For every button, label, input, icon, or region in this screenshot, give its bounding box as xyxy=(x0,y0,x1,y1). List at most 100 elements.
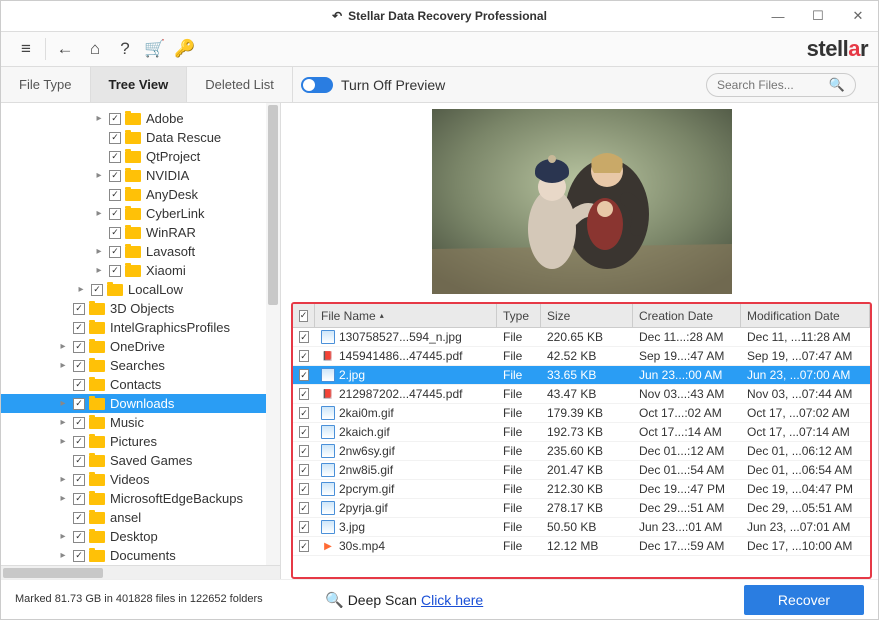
tree-checkbox[interactable] xyxy=(73,493,85,505)
tree-item[interactable]: ▸IntelGraphicsProfiles xyxy=(1,318,280,337)
tree-item[interactable]: ▸Adobe xyxy=(1,109,280,128)
expand-icon[interactable]: ▸ xyxy=(57,474,69,485)
tree-item[interactable]: ▸QtProject xyxy=(1,147,280,166)
row-checkbox[interactable] xyxy=(299,521,309,533)
tree-item[interactable]: ▸Data Rescue xyxy=(1,128,280,147)
table-row[interactable]: ▶30s.mp4File12.12 MBDec 17...:59 AMDec 1… xyxy=(293,537,870,556)
tree-checkbox[interactable] xyxy=(109,151,121,163)
tree-item[interactable]: ▸LocalLow xyxy=(1,280,280,299)
tree-checkbox[interactable] xyxy=(109,227,121,239)
tree-checkbox[interactable] xyxy=(109,170,121,182)
tree-item[interactable]: ▸MicrosoftEdgeBackups xyxy=(1,489,280,508)
tree-checkbox[interactable] xyxy=(73,417,85,429)
header-filename[interactable]: File Name▴ xyxy=(315,304,497,327)
tree-item[interactable]: ▸Contacts xyxy=(1,375,280,394)
table-row[interactable]: 2pyrja.gifFile278.17 KBDec 29...:51 AMDe… xyxy=(293,499,870,518)
tree-vscrollbar[interactable] xyxy=(266,103,280,565)
tree-checkbox[interactable] xyxy=(73,398,85,410)
tree-item[interactable]: ▸AnyDesk xyxy=(1,185,280,204)
tree-checkbox[interactable] xyxy=(73,436,85,448)
table-row[interactable]: 2kaich.gifFile192.73 KBOct 17...:14 AMOc… xyxy=(293,423,870,442)
tab-tree-view[interactable]: Tree View xyxy=(91,67,188,102)
expand-icon[interactable]: ▸ xyxy=(57,417,69,428)
tree-item[interactable]: ▸Desktop xyxy=(1,527,280,546)
table-row[interactable]: 2nw8i5.gifFile201.47 KBDec 01...:54 AMDe… xyxy=(293,461,870,480)
tree-checkbox[interactable] xyxy=(109,132,121,144)
tree-checkbox[interactable] xyxy=(73,379,85,391)
expand-icon[interactable]: ▸ xyxy=(57,398,69,409)
tree-item[interactable]: ▸Searches xyxy=(1,356,280,375)
tree-item[interactable]: ▸CyberLink xyxy=(1,204,280,223)
table-row[interactable]: 2nw6sy.gifFile235.60 KBDec 01...:12 AMDe… xyxy=(293,442,870,461)
tree-hscrollbar[interactable] xyxy=(1,565,280,579)
tree-checkbox[interactable] xyxy=(109,246,121,258)
tree-item[interactable]: ▸3D Objects xyxy=(1,299,280,318)
tree-item[interactable]: ▸Pictures xyxy=(1,432,280,451)
tree-checkbox[interactable] xyxy=(73,550,85,562)
header-creation-date[interactable]: Creation Date xyxy=(633,304,741,327)
tree-item[interactable]: ▸OneDrive xyxy=(1,337,280,356)
expand-icon[interactable]: ▸ xyxy=(93,113,105,124)
expand-icon[interactable]: ▸ xyxy=(57,341,69,352)
tree-checkbox[interactable] xyxy=(109,208,121,220)
tree-checkbox[interactable] xyxy=(73,341,85,353)
deep-scan-link[interactable]: Click here xyxy=(421,592,483,608)
preview-toggle[interactable] xyxy=(301,77,333,93)
minimize-button[interactable]: — xyxy=(758,1,798,31)
row-checkbox[interactable] xyxy=(299,540,309,552)
tree-item[interactable]: ▸Documents xyxy=(1,546,280,565)
tree-item[interactable]: ▸NVIDIA xyxy=(1,166,280,185)
row-checkbox[interactable] xyxy=(299,350,309,362)
help-icon[interactable]: ? xyxy=(110,34,140,64)
tab-deleted-list[interactable]: Deleted List xyxy=(187,67,293,102)
tree-item[interactable]: ▸ansel xyxy=(1,508,280,527)
row-checkbox[interactable] xyxy=(299,407,309,419)
row-checkbox[interactable] xyxy=(299,445,309,457)
table-row[interactable]: 📕145941486...47445.pdfFile42.52 KBSep 19… xyxy=(293,347,870,366)
search-icon[interactable]: 🔍 xyxy=(829,77,845,93)
row-checkbox[interactable] xyxy=(299,388,309,400)
expand-icon[interactable]: ▸ xyxy=(57,531,69,542)
cart-icon[interactable]: 🛒 xyxy=(140,34,170,64)
table-row[interactable]: 3.jpgFile50.50 KBJun 23...:01 AMJun 23, … xyxy=(293,518,870,537)
tab-file-type[interactable]: File Type xyxy=(1,67,91,102)
row-checkbox[interactable] xyxy=(299,426,309,438)
expand-icon[interactable]: ▸ xyxy=(93,208,105,219)
home-icon[interactable]: ⌂ xyxy=(80,34,110,64)
tree-item[interactable]: ▸WinRAR xyxy=(1,223,280,242)
search-input[interactable] xyxy=(717,78,825,92)
tree-checkbox[interactable] xyxy=(109,265,121,277)
table-row[interactable]: 📕212987202...47445.pdfFile43.47 KBNov 03… xyxy=(293,385,870,404)
folder-tree[interactable]: ▸Adobe▸Data Rescue▸QtProject▸NVIDIA▸AnyD… xyxy=(1,103,280,571)
tree-item[interactable]: ▸Videos xyxy=(1,470,280,489)
tree-checkbox[interactable] xyxy=(73,455,85,467)
table-row[interactable]: 2.jpgFile33.65 KBJun 23...:00 AMJun 23, … xyxy=(293,366,870,385)
tree-checkbox[interactable] xyxy=(73,474,85,486)
tree-item[interactable]: ▸Xiaomi xyxy=(1,261,280,280)
table-row[interactable]: 130758527...594_n.jpgFile220.65 KBDec 11… xyxy=(293,328,870,347)
expand-icon[interactable]: ▸ xyxy=(57,550,69,561)
key-icon[interactable]: 🔑 xyxy=(170,34,200,64)
tree-checkbox[interactable] xyxy=(91,284,103,296)
header-size[interactable]: Size xyxy=(541,304,633,327)
tree-item[interactable]: ▸Music xyxy=(1,413,280,432)
back-icon[interactable]: ← xyxy=(50,34,80,64)
recover-button[interactable]: Recover xyxy=(744,585,864,615)
expand-icon[interactable]: ▸ xyxy=(93,170,105,181)
row-checkbox[interactable] xyxy=(299,369,309,381)
search-box[interactable]: 🔍 xyxy=(706,73,856,97)
tree-item[interactable]: ▸Downloads xyxy=(1,394,280,413)
header-type[interactable]: Type xyxy=(497,304,541,327)
close-button[interactable]: ✕ xyxy=(838,1,878,31)
grid-body[interactable]: 130758527...594_n.jpgFile220.65 KBDec 11… xyxy=(293,328,870,577)
header-modification-date[interactable]: Modification Date xyxy=(741,304,870,327)
table-row[interactable]: 2kai0m.gifFile179.39 KBOct 17...:02 AMOc… xyxy=(293,404,870,423)
tree-item[interactable]: ▸Saved Games xyxy=(1,451,280,470)
expand-icon[interactable]: ▸ xyxy=(57,436,69,447)
tree-checkbox[interactable] xyxy=(73,322,85,334)
row-checkbox[interactable] xyxy=(299,331,309,343)
expand-icon[interactable]: ▸ xyxy=(93,265,105,276)
tree-checkbox[interactable] xyxy=(73,360,85,372)
expand-icon[interactable]: ▸ xyxy=(57,360,69,371)
header-checkbox[interactable] xyxy=(293,304,315,327)
